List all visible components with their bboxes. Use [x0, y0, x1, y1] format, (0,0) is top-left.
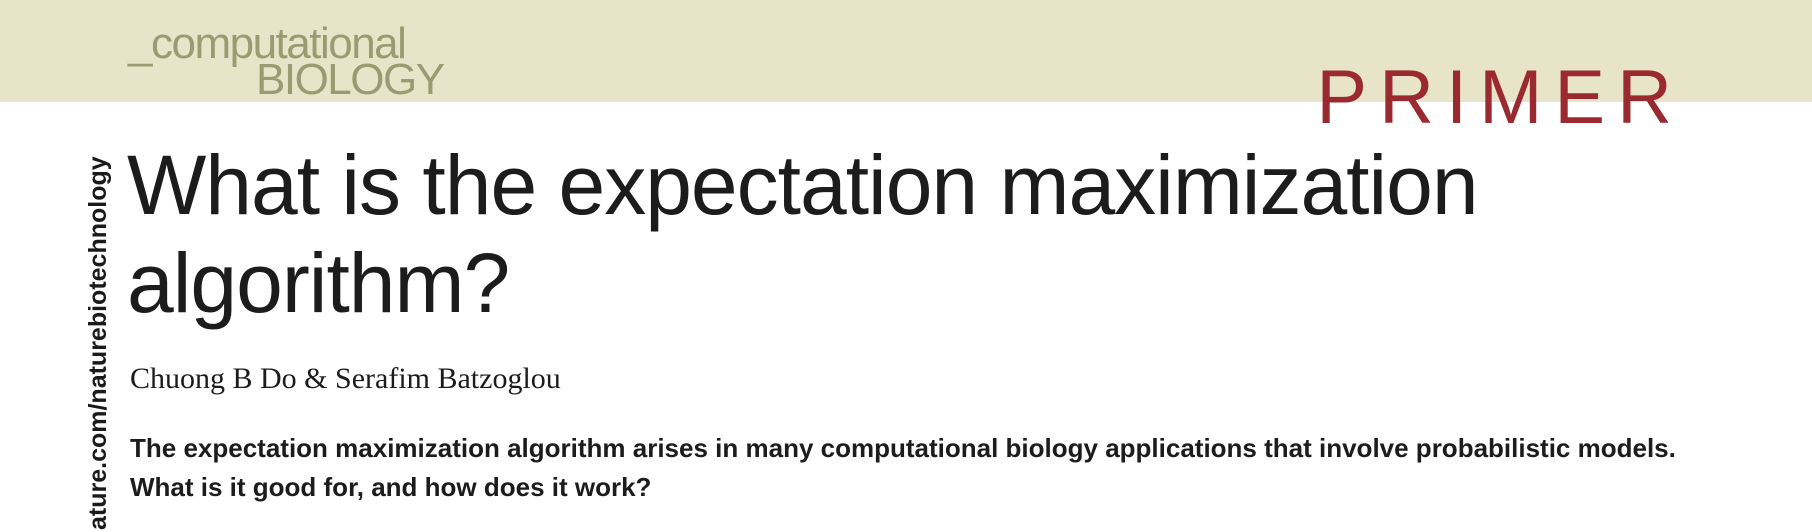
article-authors: Chuong B Do & Serafim Batzoglou: [130, 362, 561, 395]
article-abstract: The expectation maximization algorithm a…: [130, 433, 1676, 502]
section-label: PRIMER: [1316, 55, 1684, 140]
journal-logo: _computational BIOLOGY: [128, 22, 448, 102]
article-title: What is the expectation maximization alg…: [127, 138, 1479, 330]
logo-line-biology: BIOLOGY: [256, 55, 445, 104]
side-journal-url: ature.com/naturebiotechnology: [84, 156, 112, 530]
